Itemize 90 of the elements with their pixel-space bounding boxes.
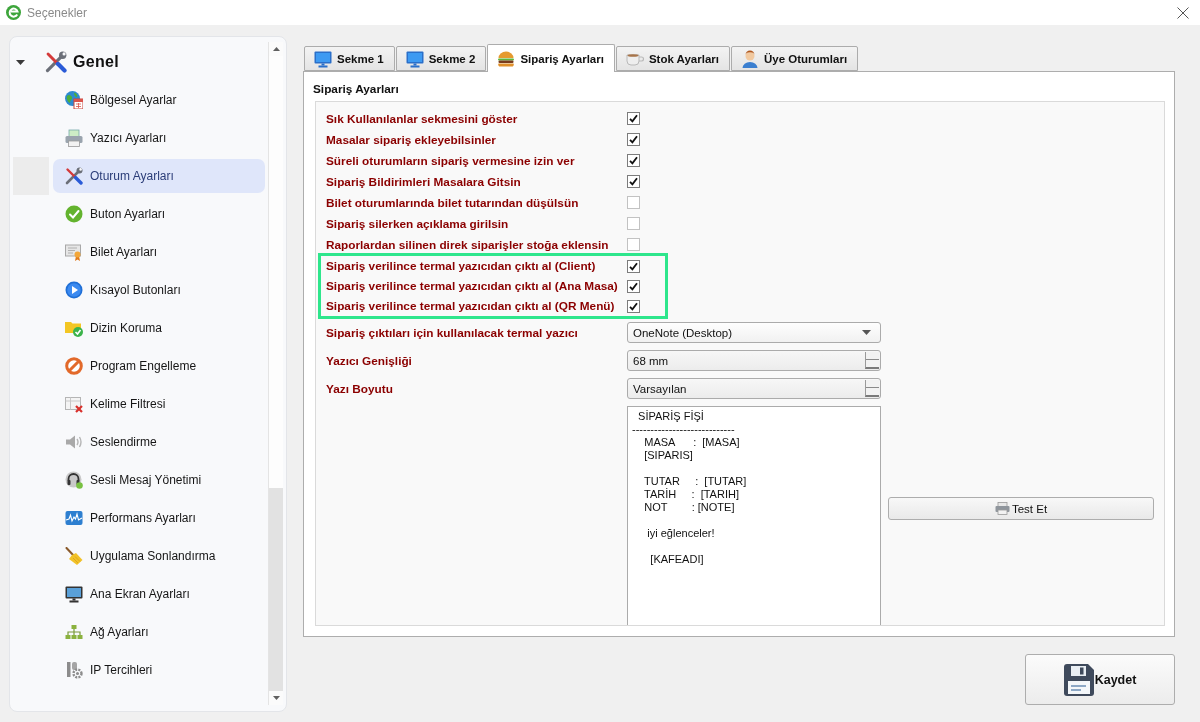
tree-item[interactable]: IP Tercihleri — [53, 653, 265, 687]
caret-down-icon — [16, 59, 25, 65]
tab[interactable]: Üye Oturumları — [731, 46, 859, 71]
check-circle-icon — [65, 205, 83, 223]
option-label: Sipariş verilince termal yazıcıdan çıktı al (Client) — [326, 259, 597, 273]
tree-item[interactable]: Oturum Ayarları — [53, 159, 265, 193]
option-label: Süreli oturumların sipariş vermesine izin ver — [326, 153, 576, 168]
chart-icon — [65, 509, 83, 527]
checkbox[interactable] — [627, 279, 640, 293]
crossed-tools-icon — [45, 51, 67, 73]
crossed-tools-icon — [65, 167, 83, 185]
tree-item[interactable]: Uygulama Sonlandırma — [53, 539, 265, 573]
user-icon — [741, 49, 759, 68]
play-icon — [65, 281, 83, 299]
option-label: Sık Kullanılanlar sekmesini göster — [326, 111, 519, 126]
checkbox[interactable] — [627, 259, 640, 273]
close-icon — [1177, 6, 1189, 19]
caret-down-icon — [862, 330, 871, 335]
headset-icon — [65, 471, 83, 489]
expand-toggle[interactable] — [16, 59, 25, 65]
tree-item[interactable]: Dizin Koruma — [53, 311, 265, 345]
checkmark-icon — [629, 135, 638, 144]
printer-icon — [65, 129, 83, 147]
option-label: Sipariş Bildirimleri Masalara Gitsin — [326, 174, 522, 189]
monitor-icon — [65, 585, 83, 603]
receipt-template-field[interactable]: SİPARİŞ FİŞİ ---------------------------- MASA : [MASA] [SIPARIS] TUTAR : [TUTAR] TARİH : [TARIH] NOT : [NOTE] iyi eğlenceler! [KAFEADI] — [627, 406, 881, 625]
field-label: Sipariş çıktıları için kullanılacak termal yazıcı — [326, 325, 579, 340]
spin-buttons[interactable] — [865, 352, 879, 369]
option-label: Sipariş silerken açıklama girilsin — [326, 216, 510, 231]
section-title: Sipariş Ayarları — [313, 82, 400, 97]
tree-item[interactable]: Sesli Mesaj Yönetimi — [53, 463, 265, 497]
tree-item[interactable]: Performans Ayarları — [53, 501, 265, 535]
printer-dropdown[interactable]: OneNote (Desktop) — [627, 322, 881, 343]
tree-item[interactable]: Kısayol Butonları — [53, 273, 265, 307]
checkmark-icon — [629, 156, 638, 165]
tree-item[interactable]: Buton Ayarları — [53, 197, 265, 231]
checkbox[interactable] — [627, 299, 640, 313]
checkmark-icon — [629, 177, 638, 186]
checkbox[interactable] — [627, 154, 640, 167]
checkbox[interactable] — [627, 133, 640, 146]
tree-item[interactable]: Program Engelleme — [53, 349, 265, 383]
printer-icon — [994, 502, 1010, 515]
certificate-icon — [65, 243, 83, 261]
option-label: Raporlardan silinen direk siparişler stoğa eklensin — [326, 237, 610, 252]
broom-icon — [65, 547, 83, 565]
tree-item[interactable]: Ağ Ayarları — [53, 615, 265, 649]
checkbox[interactable] — [627, 238, 640, 251]
spin-field[interactable]: Varsayılan — [627, 378, 881, 399]
tab[interactable]: Sipariş Ayarları — [487, 44, 615, 72]
tree-item[interactable]: Yazıcı Ayarları — [53, 121, 265, 155]
field-label: Yazıcı Genişliği — [326, 353, 413, 368]
spin-field[interactable]: 68 mm — [627, 350, 881, 371]
field-label: Yazı Boyutu — [326, 381, 394, 396]
table-delete-icon — [65, 395, 83, 413]
checkmark-icon — [629, 114, 638, 123]
tab[interactable]: Stok Ayarları — [615, 46, 730, 71]
window-title: Seçenekler — [27, 5, 88, 20]
tab[interactable]: Sekme 1 — [304, 46, 395, 71]
burger-icon — [497, 49, 516, 68]
monitor-icon — [314, 49, 332, 68]
checkbox[interactable] — [627, 196, 640, 209]
tree-item[interactable]: Bölgesel Ayarlar — [53, 83, 265, 117]
monitor-icon — [405, 49, 424, 68]
scrollbar-thumb[interactable] — [269, 488, 283, 691]
spin-buttons[interactable] — [865, 380, 879, 397]
option-label: Sipariş verilince termal yazıcıdan çıktı al (QR Menü) — [326, 299, 616, 313]
caret-down-icon — [272, 696, 280, 700]
save-button[interactable]: Kaydet — [1025, 654, 1175, 705]
tree-node[interactable]: Genel — [45, 51, 119, 73]
test-button[interactable]: Test Et — [888, 497, 1154, 520]
caret-up-icon — [272, 47, 280, 51]
tree-item[interactable]: Bilet Ayarları — [53, 235, 265, 269]
app-logo-icon — [6, 5, 21, 20]
speaker-icon — [65, 433, 83, 451]
tab[interactable]: Sekme 2 — [395, 46, 487, 71]
folder-check-icon — [65, 319, 83, 337]
globe-calendar-icon — [65, 91, 83, 109]
close-button[interactable] — [1177, 6, 1189, 19]
tree-item[interactable]: Seslendirme — [53, 425, 265, 459]
tree-item[interactable]: Ana Ekran Ayarları — [53, 577, 265, 611]
network-icon — [65, 623, 83, 641]
checkbox[interactable] — [627, 112, 640, 125]
checkbox[interactable] — [627, 175, 640, 188]
option-label: Bilet oturumlarında bilet tutarından düşülsün — [326, 195, 580, 210]
option-label: Masalar sipariş ekleyebilsinler — [326, 132, 497, 147]
option-label: Sipariş verilince termal yazıcıdan çıktı al (Ana Masa) — [326, 279, 619, 293]
tree-item[interactable]: Kelime Filtresi — [53, 387, 265, 421]
checkbox[interactable] — [627, 217, 640, 230]
gear-icon — [65, 661, 83, 679]
prohibited-icon — [65, 357, 83, 375]
